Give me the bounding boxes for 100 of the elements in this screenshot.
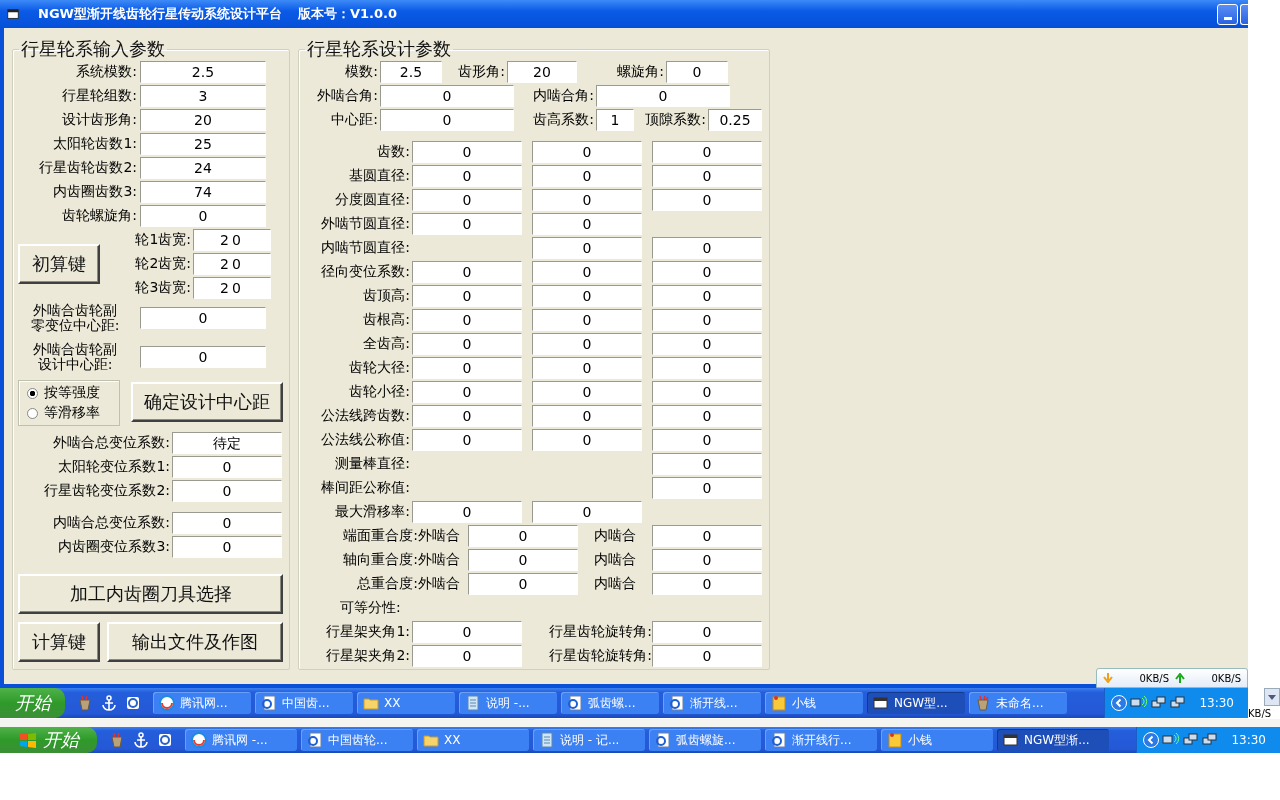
anchor-icon[interactable]: [101, 695, 117, 711]
taskbar-button[interactable]: 中国齿轮...: [301, 729, 413, 751]
input-field[interactable]: 0: [412, 141, 522, 163]
start-button[interactable]: 开始: [0, 688, 65, 718]
chevron-left-icon[interactable]: [1111, 695, 1128, 711]
input-field[interactable]: 0: [652, 477, 762, 499]
taskbar-button[interactable]: 小钱: [765, 692, 863, 714]
input-field[interactable]: 20: [193, 229, 271, 251]
input-field[interactable]: 0: [172, 536, 282, 558]
input-field[interactable]: 待定: [172, 432, 282, 454]
taskbar-button[interactable]: 中国齿...: [255, 692, 353, 714]
taskbar-button[interactable]: NGW型渐...: [997, 729, 1109, 751]
network-icon[interactable]: [1130, 696, 1149, 710]
input-field[interactable]: 2.5: [380, 61, 442, 83]
input-field[interactable]: 1: [596, 109, 634, 131]
input-field[interactable]: 0: [412, 645, 522, 667]
taskbar-button[interactable]: 小钱: [881, 729, 993, 751]
input-field[interactable]: 0: [468, 525, 578, 547]
input-field[interactable]: 0: [652, 237, 762, 259]
taskbar-button[interactable]: NGW型...: [867, 692, 965, 714]
input-field[interactable]: 0: [652, 645, 762, 667]
input-field[interactable]: 0: [652, 189, 762, 211]
input-field[interactable]: 0: [652, 381, 762, 403]
input-field[interactable]: 0: [412, 189, 522, 211]
input-field[interactable]: 0: [172, 512, 282, 534]
input-field[interactable]: 0: [532, 405, 642, 427]
input-field[interactable]: 0: [172, 480, 282, 502]
taskbar-button[interactable]: 渐开线行...: [765, 729, 877, 751]
taskbar-button[interactable]: 弧齿螺...: [561, 692, 659, 714]
anchor-icon[interactable]: [133, 732, 149, 748]
start-button[interactable]: 开始: [0, 727, 97, 753]
input-field[interactable]: 0: [412, 381, 522, 403]
input-field[interactable]: 0: [652, 573, 762, 595]
input-field[interactable]: 0: [140, 346, 266, 368]
input-field[interactable]: 0: [412, 405, 522, 427]
input-field[interactable]: 0: [532, 261, 642, 283]
taskbar-button[interactable]: 腾讯网...: [153, 692, 251, 714]
input-field[interactable]: 0: [532, 237, 642, 259]
input-field[interactable]: 0: [412, 357, 522, 379]
input-field[interactable]: 0: [468, 573, 578, 595]
input-field[interactable]: 0: [652, 621, 762, 643]
input-field[interactable]: 0: [532, 357, 642, 379]
initial-calc-button[interactable]: 初算键: [18, 244, 100, 284]
input-field[interactable]: 0: [652, 357, 762, 379]
input-field[interactable]: 0: [652, 309, 762, 331]
minimize-button[interactable]: [1217, 3, 1238, 25]
input-field[interactable]: 0: [412, 333, 522, 355]
radio-button[interactable]: [27, 387, 38, 399]
input-field[interactable]: 3: [140, 85, 266, 107]
input-field[interactable]: 2.5: [140, 61, 266, 83]
input-field[interactable]: 0: [652, 165, 762, 187]
input-field[interactable]: 0: [412, 501, 522, 523]
input-field[interactable]: 0: [596, 85, 730, 107]
input-field[interactable]: 25: [140, 133, 266, 155]
input-field[interactable]: 0: [532, 165, 642, 187]
input-field[interactable]: 24: [140, 157, 266, 179]
radio-button[interactable]: [27, 407, 38, 419]
input-field[interactable]: 20: [140, 109, 266, 131]
input-field[interactable]: 0: [532, 501, 642, 523]
input-field[interactable]: 0: [532, 141, 642, 163]
input-field[interactable]: 0: [532, 285, 642, 307]
input-field[interactable]: 0: [652, 429, 762, 451]
tool-select-button[interactable]: 加工内齿圈刀具选择: [18, 574, 283, 614]
taskbar-button[interactable]: 说明 - 记...: [533, 729, 645, 751]
network-icon[interactable]: [1183, 733, 1200, 747]
input-field[interactable]: 0: [652, 525, 762, 547]
input-field[interactable]: 0: [380, 109, 514, 131]
taskbar-button[interactable]: XX: [357, 692, 455, 714]
taskbar-button[interactable]: 渐开线...: [663, 692, 761, 714]
output-button[interactable]: 输出文件及作图: [107, 622, 283, 662]
paint-icon[interactable]: [109, 732, 125, 748]
taskbar-button[interactable]: 说明 -...: [459, 692, 557, 714]
input-field[interactable]: 0: [140, 205, 266, 227]
input-field[interactable]: 0: [652, 549, 762, 571]
input-field[interactable]: 0: [652, 453, 762, 475]
input-field[interactable]: 0: [468, 549, 578, 571]
dropdown-button[interactable]: [1264, 688, 1280, 706]
input-field[interactable]: 0: [532, 213, 642, 235]
input-field[interactable]: 0: [412, 285, 522, 307]
taskbar-button[interactable]: 未命名...: [969, 692, 1067, 714]
input-field[interactable]: 0: [412, 621, 522, 643]
maximize-button[interactable]: [1240, 3, 1248, 25]
input-field[interactable]: 20: [193, 277, 271, 299]
taskbar-button[interactable]: 弧齿螺旋...: [649, 729, 761, 751]
input-field[interactable]: 0: [412, 429, 522, 451]
radio-option[interactable]: 等滑移率: [27, 403, 119, 423]
network-icon[interactable]: [1151, 696, 1168, 710]
input-field[interactable]: 0: [412, 261, 522, 283]
input-field[interactable]: 0: [532, 429, 642, 451]
input-field[interactable]: 0: [412, 309, 522, 331]
network-icon[interactable]: [1170, 696, 1187, 710]
paint-icon[interactable]: [77, 695, 93, 711]
radio-option[interactable]: 按等强度: [27, 383, 119, 403]
input-field[interactable]: 0: [652, 405, 762, 427]
input-field[interactable]: 0: [652, 261, 762, 283]
input-field[interactable]: 0: [412, 165, 522, 187]
taskbar-button[interactable]: XX: [417, 729, 529, 751]
input-field[interactable]: 0: [380, 85, 514, 107]
taskbar-button[interactable]: 腾讯网 -...: [185, 729, 297, 751]
input-field[interactable]: 0: [652, 141, 762, 163]
